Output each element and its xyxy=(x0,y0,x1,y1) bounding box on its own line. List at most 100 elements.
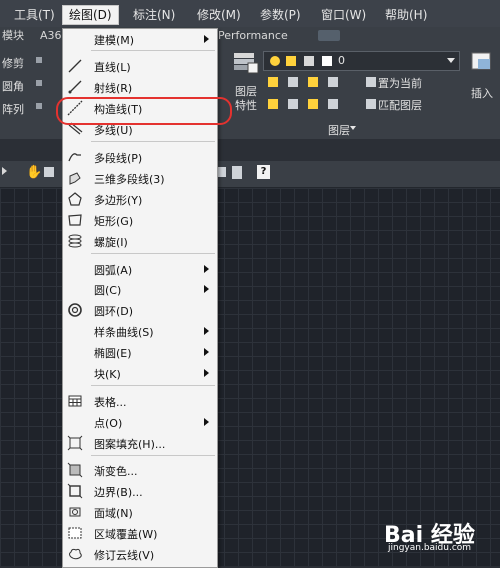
menu-item-wipeout[interactable]: 区域覆盖(W) xyxy=(63,523,217,543)
match-layer-button[interactable]: 匹配图层 xyxy=(378,97,422,113)
submenu-arrow-icon xyxy=(204,418,209,426)
menu-item-line[interactable]: 直线(L) xyxy=(63,56,217,76)
menu-item-polygon[interactable]: 多边形(Y) xyxy=(63,189,217,209)
hatch-icon xyxy=(67,435,83,451)
menu-item-rectangle[interactable]: 矩形(G) xyxy=(63,210,217,230)
toolbar-arrow-icon[interactable] xyxy=(2,167,7,175)
menu-item-arc[interactable]: 圆弧(A) xyxy=(63,259,217,279)
panel-expand-icon[interactable] xyxy=(350,126,356,130)
helix-icon xyxy=(67,233,83,249)
menu-item-helix[interactable]: 螺旋(I) xyxy=(63,231,217,251)
ribbon-tab-extra-button[interactable] xyxy=(318,30,340,41)
menu-item-table[interactable]: 表格... xyxy=(63,391,217,411)
menu-separator xyxy=(91,141,215,142)
table-icon xyxy=(67,393,83,409)
menu-item-label: 点(O) xyxy=(94,417,123,430)
layer-tool-icon[interactable] xyxy=(288,77,298,87)
menu-item-label: 三维多段线(3) xyxy=(94,173,165,186)
set-current-button[interactable]: 置为当前 xyxy=(378,75,422,91)
ribbon-tab-module[interactable]: 模块 xyxy=(2,29,24,43)
menu-separator xyxy=(91,385,215,386)
toolbar-icon[interactable] xyxy=(44,167,54,177)
layer-tool-icon[interactable] xyxy=(308,99,318,109)
layer-combo[interactable]: 0 xyxy=(263,51,460,71)
ray-icon xyxy=(67,79,83,95)
submenu-arrow-icon xyxy=(204,327,209,335)
layer-tool-icon[interactable] xyxy=(308,77,318,87)
menu-item-circle[interactable]: 圆(C) xyxy=(63,279,217,299)
region-icon xyxy=(67,504,83,520)
menu-item-point[interactable]: 点(O) xyxy=(63,412,217,432)
menu-item-polyline[interactable]: 多段线(P) xyxy=(63,147,217,167)
layer-tool-icon[interactable] xyxy=(328,99,338,109)
trim-dropdown-icon[interactable] xyxy=(36,57,42,63)
rectangle-icon xyxy=(67,212,83,228)
menu-draw[interactable]: 绘图(D) xyxy=(62,5,119,25)
menu-item-region[interactable]: 面域(N) xyxy=(63,502,217,522)
menu-item-label: 面域(N) xyxy=(94,507,133,520)
menu-item-label: 渐变色... xyxy=(94,465,138,478)
menu-item-donut[interactable]: 圆环(D) xyxy=(63,300,217,320)
menu-item-label: 建模(M) xyxy=(94,34,135,47)
insert-block-icon[interactable] xyxy=(468,49,496,75)
calculator-icon[interactable] xyxy=(232,166,242,179)
menu-help[interactable]: 帮助(H) xyxy=(379,6,433,24)
layer-tool-icon[interactable] xyxy=(268,99,278,109)
ribbon-tab-performance[interactable]: Performance xyxy=(218,29,288,43)
menu-item-revcloud[interactable]: 修订云线(V) xyxy=(63,544,217,564)
submenu-arrow-icon xyxy=(204,265,209,273)
menu-item-block[interactable]: 块(K) xyxy=(63,363,217,383)
fillet-dropdown-icon[interactable] xyxy=(36,80,42,86)
menu-item-ellipse[interactable]: 椭圆(E) xyxy=(63,342,217,362)
submenu-arrow-icon xyxy=(204,369,209,377)
layer-tool-icon[interactable] xyxy=(328,77,338,87)
menu-window[interactable]: 窗口(W) xyxy=(315,6,372,24)
watermark-url: jingyan.baidu.com xyxy=(388,543,472,553)
menu-tools[interactable]: 工具(T) xyxy=(8,6,61,24)
menu-item-ray[interactable]: 射线(R) xyxy=(63,77,217,97)
menu-separator xyxy=(91,455,215,456)
layer-tool-icon[interactable] xyxy=(288,99,298,109)
menu-item-label: 边界(B)... xyxy=(94,486,143,499)
pan-hand-icon[interactable]: ✋ xyxy=(26,165,42,181)
menu-item-label: 椭圆(E) xyxy=(94,347,132,360)
revcloud-icon xyxy=(67,546,83,562)
menu-item-label: 圆(C) xyxy=(94,284,122,297)
menu-item-gradient[interactable]: 渐变色... xyxy=(63,460,217,480)
boundary-icon xyxy=(67,483,83,499)
layer-tool-icon[interactable] xyxy=(268,77,278,87)
ribbon-array-label[interactable]: 阵列 xyxy=(2,101,24,117)
wipeout-icon xyxy=(67,525,83,541)
menu-item-label: 样条曲线(S) xyxy=(94,326,154,339)
color-square-icon xyxy=(322,56,332,66)
layer-properties-label[interactable]: 图层 特性 xyxy=(235,85,257,113)
menu-item-modeling[interactable]: 建模(M) xyxy=(63,29,217,49)
menu-item-boundary[interactable]: 边界(B)... xyxy=(63,481,217,501)
layer-stack-icon[interactable] xyxy=(232,49,260,75)
insert-label[interactable]: 插入 xyxy=(471,85,493,101)
ribbon-trim-label[interactable]: 修剪 xyxy=(2,55,24,71)
line-icon xyxy=(67,58,83,74)
ribbon-fillet-label[interactable]: 圆角 xyxy=(2,78,24,94)
menu-bar: 工具(T) 绘图(D) 标注(N) 修改(M) 参数(P) 窗口(W) 帮助(H… xyxy=(0,0,500,28)
submenu-arrow-icon xyxy=(204,35,209,43)
menu-parametric[interactable]: 参数(P) xyxy=(254,6,307,24)
menu-modify[interactable]: 修改(M) xyxy=(191,6,247,24)
menu-dimension[interactable]: 标注(N) xyxy=(127,6,181,24)
bulb-icon xyxy=(270,56,280,66)
menu-item-label: 射线(R) xyxy=(94,82,133,95)
donut-icon xyxy=(67,302,83,318)
menu-item-label: 矩形(G) xyxy=(94,215,134,228)
layer-tool-row-2 xyxy=(266,97,356,111)
menu-item-hatch[interactable]: 图案填充(H)... xyxy=(63,433,217,453)
unlock-icon xyxy=(304,56,314,66)
help-icon[interactable]: ? xyxy=(257,165,270,179)
array-dropdown-icon[interactable] xyxy=(36,103,42,109)
menu-item-3dpoly[interactable]: 三维多段线(3) xyxy=(63,168,217,188)
layer-panel-title[interactable]: 图层 xyxy=(328,122,350,138)
set-current-icon xyxy=(366,77,376,87)
ribbon-tab-a36[interactable]: A36 xyxy=(40,29,62,43)
menu-item-spline[interactable]: 样条曲线(S) xyxy=(63,321,217,341)
menu-item-label: 区域覆盖(W) xyxy=(94,528,158,541)
chevron-down-icon[interactable] xyxy=(447,58,455,63)
